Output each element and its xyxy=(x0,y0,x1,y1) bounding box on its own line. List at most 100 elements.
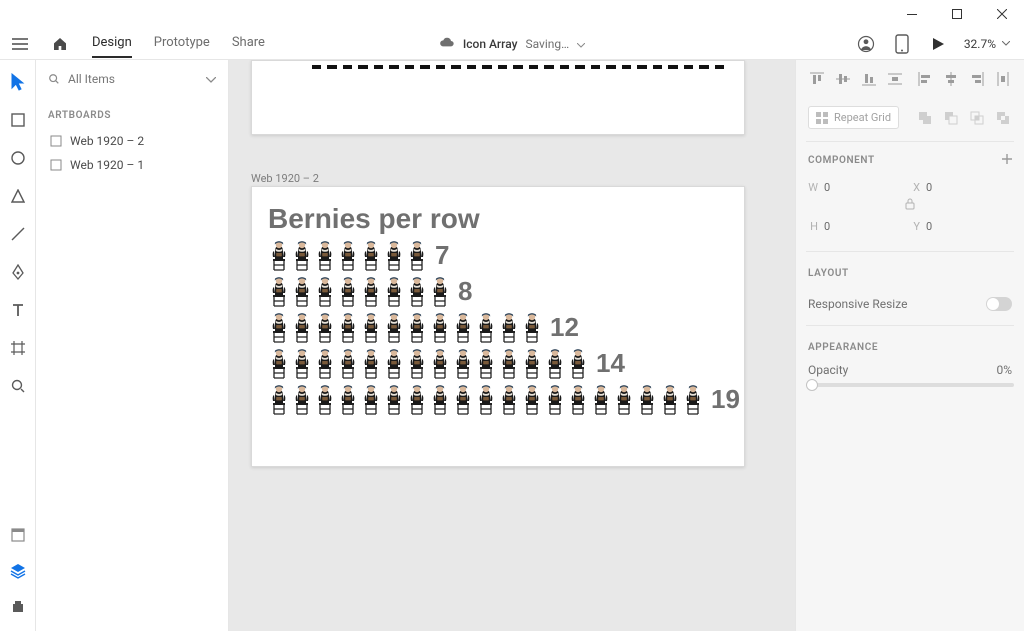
artboard-web-1920-2[interactable]: Bernies per row 78121419 xyxy=(251,186,745,467)
zoom-tool-icon[interactable] xyxy=(8,376,28,396)
person-icon xyxy=(337,311,359,343)
pictogram-row-icons xyxy=(268,275,452,307)
pictogram-rows: 78121419 xyxy=(268,239,728,415)
align-right-icon[interactable] xyxy=(968,70,986,88)
pictogram-row-icons xyxy=(268,347,590,379)
rectangle-tool-icon[interactable] xyxy=(8,110,28,130)
add-component-icon[interactable] xyxy=(1002,154,1012,167)
layers-search-label: All Items xyxy=(68,72,115,86)
align-bottom-icon[interactable] xyxy=(860,70,878,88)
distribute-v-icon[interactable] xyxy=(886,70,904,88)
pen-tool-icon[interactable] xyxy=(8,262,28,282)
artboard-web-1920-1-partial[interactable] xyxy=(251,60,745,135)
profile-icon[interactable] xyxy=(856,34,876,54)
align-hcenter-icon[interactable] xyxy=(942,70,960,88)
component-section-label: COMPONENT xyxy=(808,155,875,166)
width-field[interactable]: W0 xyxy=(808,177,910,198)
top-bar: Design Prototype Share 32.7% xyxy=(0,28,1024,60)
person-icon xyxy=(314,383,336,415)
boolean-subtract-icon[interactable] xyxy=(942,109,960,127)
dash-icon xyxy=(591,65,600,69)
tab-design[interactable]: Design xyxy=(92,29,132,58)
boolean-exclude-icon[interactable] xyxy=(994,109,1012,127)
align-vcenter-icon[interactable] xyxy=(834,70,852,88)
opacity-slider[interactable] xyxy=(806,383,1014,387)
zoom-control[interactable]: 32.7% xyxy=(964,37,1010,51)
responsive-resize-toggle[interactable] xyxy=(986,297,1012,311)
dash-icon xyxy=(436,65,445,69)
person-icon xyxy=(268,311,290,343)
ellipse-tool-icon[interactable] xyxy=(8,148,28,168)
person-icon xyxy=(429,275,451,307)
person-icon xyxy=(360,311,382,343)
dash-icon xyxy=(420,65,429,69)
device-preview-icon[interactable] xyxy=(892,34,912,54)
person-icon xyxy=(314,275,336,307)
canvas[interactable]: Web 1920 – 2 Bernies per row 78121419 xyxy=(229,60,795,631)
person-icon xyxy=(360,275,382,307)
polygon-tool-icon[interactable] xyxy=(8,186,28,206)
person-icon xyxy=(498,347,520,379)
artboard-list-item[interactable]: Web 1920 – 1 xyxy=(46,153,218,177)
line-tool-icon[interactable] xyxy=(8,224,28,244)
dash-icon xyxy=(312,65,321,69)
text-tool-icon[interactable] xyxy=(8,300,28,320)
repeat-grid-button[interactable]: Repeat Grid xyxy=(808,106,899,129)
height-field[interactable]: H0 xyxy=(808,216,910,237)
opacity-slider-thumb[interactable] xyxy=(806,379,818,391)
dash-icon xyxy=(498,65,507,69)
pictogram-row-icons xyxy=(268,383,705,415)
boolean-union-icon[interactable] xyxy=(916,109,934,127)
search-icon xyxy=(48,73,60,85)
window-close-button[interactable] xyxy=(979,0,1024,28)
x-field[interactable]: X0 xyxy=(910,177,1012,198)
person-icon xyxy=(314,311,336,343)
play-preview-icon[interactable] xyxy=(928,34,948,54)
artboard-icon xyxy=(50,135,62,147)
transform-section: W0 X0 H0 Y0 xyxy=(806,177,1014,252)
person-icon xyxy=(360,383,382,415)
mode-tabs: Design Prototype Share xyxy=(92,29,265,58)
y-field[interactable]: Y0 xyxy=(910,216,1012,237)
person-icon xyxy=(429,383,451,415)
home-button[interactable] xyxy=(46,30,74,58)
person-icon xyxy=(590,383,612,415)
pictogram-row-count: 12 xyxy=(550,312,579,343)
person-icon xyxy=(498,383,520,415)
dash-icon xyxy=(684,65,693,69)
main-menu-button[interactable] xyxy=(6,30,34,58)
layout-section-label: LAYOUT xyxy=(806,252,1014,289)
align-top-icon[interactable] xyxy=(808,70,826,88)
layers-search[interactable]: All Items xyxy=(46,68,218,90)
boolean-intersect-icon[interactable] xyxy=(968,109,986,127)
person-icon xyxy=(613,383,635,415)
distribute-h-icon[interactable] xyxy=(994,70,1012,88)
artboard-item-label: Web 1920 – 2 xyxy=(70,134,144,148)
plugins-panel-icon[interactable] xyxy=(8,597,28,617)
align-left-icon[interactable] xyxy=(916,70,934,88)
tab-prototype[interactable]: Prototype xyxy=(154,29,210,58)
zoom-value: 32.7% xyxy=(964,37,996,51)
pictogram-row: 12 xyxy=(268,311,728,343)
assets-panel-icon[interactable] xyxy=(8,525,28,545)
dash-icon xyxy=(451,65,460,69)
window-minimize-button[interactable] xyxy=(889,0,934,28)
person-icon xyxy=(406,347,428,379)
person-icon xyxy=(406,311,428,343)
person-icon xyxy=(452,347,474,379)
person-icon xyxy=(360,239,382,271)
person-icon xyxy=(682,383,704,415)
person-icon xyxy=(406,239,428,271)
select-tool-icon[interactable] xyxy=(8,72,28,92)
tab-share[interactable]: Share xyxy=(232,29,265,58)
responsive-resize-row: Responsive Resize xyxy=(806,289,1014,326)
window-maximize-button[interactable] xyxy=(934,0,979,28)
opacity-label: Opacity xyxy=(808,363,848,377)
artboard-label[interactable]: Web 1920 – 2 xyxy=(251,172,319,185)
artboard-list-item[interactable]: Web 1920 – 2 xyxy=(46,129,218,153)
dash-icon xyxy=(389,65,398,69)
lock-aspect-icon[interactable] xyxy=(808,198,1012,216)
artboard-tool-icon[interactable] xyxy=(8,338,28,358)
layers-panel-icon[interactable] xyxy=(8,561,28,581)
dash-icon xyxy=(606,65,615,69)
